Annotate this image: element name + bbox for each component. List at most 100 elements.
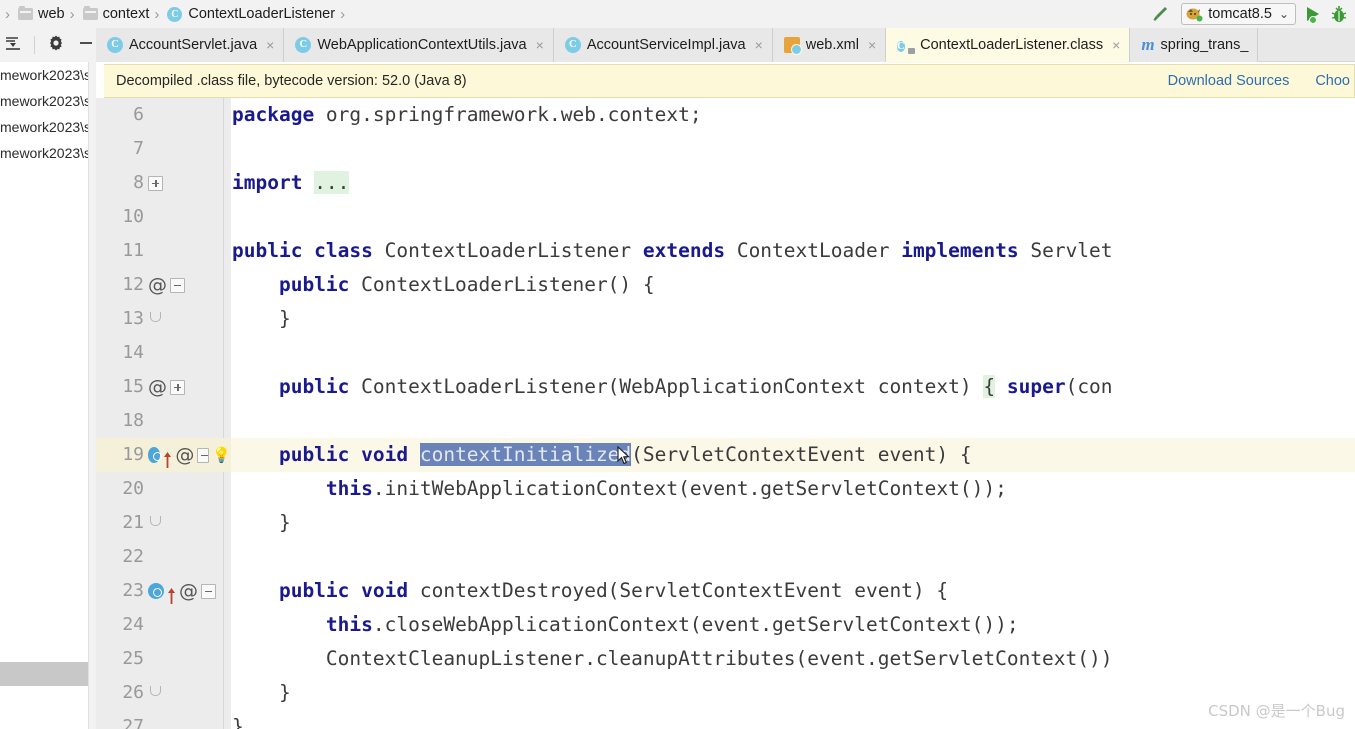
code-line[interactable]: 26 } bbox=[96, 676, 1355, 710]
gear-icon[interactable] bbox=[47, 34, 65, 57]
code-line[interactable]: 25 ContextCleanupListener.cleanupAttribu… bbox=[96, 642, 1355, 676]
tab-context-loader-listener-class[interactable]: C ContextLoaderListener.class × bbox=[886, 28, 1131, 63]
line-number[interactable]: 15 bbox=[96, 370, 144, 404]
code-line[interactable]: 14 bbox=[96, 336, 1355, 370]
hide-panel-icon[interactable] bbox=[77, 34, 95, 57]
close-icon[interactable]: × bbox=[536, 37, 544, 53]
code-line[interactable]: 21 } bbox=[96, 506, 1355, 540]
code-token: (con bbox=[1065, 375, 1113, 398]
code-text[interactable]: import ... bbox=[232, 166, 350, 200]
code-text[interactable]: } bbox=[232, 506, 291, 540]
line-number[interactable]: 18 bbox=[96, 404, 144, 438]
code-line[interactable]: 20 this.initWebApplicationContext(event.… bbox=[96, 472, 1355, 506]
code-line[interactable]: 10 bbox=[96, 200, 1355, 234]
line-number[interactable]: 13 bbox=[96, 302, 144, 336]
project-paths-panel[interactable]: mework2023\sp mework2023\sp mework2023\s… bbox=[0, 62, 96, 729]
line-number[interactable]: 14 bbox=[96, 336, 144, 370]
code-text[interactable]: package org.springframework.web.context; bbox=[232, 98, 702, 132]
code-line[interactable]: 12 @ public ContextLoaderListener() { bbox=[96, 268, 1355, 302]
line-number[interactable]: 24 bbox=[96, 608, 144, 642]
path-row[interactable]: mework2023\sp bbox=[0, 88, 96, 114]
code-line[interactable]: 18 bbox=[96, 404, 1355, 438]
path-row[interactable]: mework2023\sp bbox=[0, 114, 96, 140]
line-number[interactable]: 22 bbox=[96, 540, 144, 574]
banner-actions: Download Sources Choo bbox=[1168, 65, 1354, 97]
line-number[interactable]: 25 bbox=[96, 642, 144, 676]
breadcrumb-item-class[interactable]: C ContextLoaderListener bbox=[164, 0, 335, 28]
code-line[interactable]: 13 } bbox=[96, 302, 1355, 336]
fold-collapse-icon[interactable] bbox=[197, 447, 210, 463]
code-text[interactable]: this.initWebApplicationContext(event.get… bbox=[232, 472, 1007, 506]
code-line[interactable]: 11 public class ContextLoaderListener ext… bbox=[96, 234, 1355, 268]
line-number[interactable]: 27 bbox=[96, 710, 144, 729]
hammer-build-icon[interactable] bbox=[1150, 4, 1170, 24]
path-row[interactable]: mework2023\sp bbox=[0, 140, 96, 166]
fold-collapse-icon[interactable] bbox=[170, 277, 185, 293]
code-text[interactable]: public ContextLoaderListener() { bbox=[232, 268, 655, 302]
code-line[interactable]: 8 import ... bbox=[96, 166, 1355, 200]
line-number[interactable]: 10 bbox=[96, 200, 144, 234]
code-token: super bbox=[1006, 375, 1066, 398]
line-number[interactable]: 23 bbox=[96, 574, 144, 608]
fold-expand-icon[interactable] bbox=[170, 379, 185, 395]
code-line[interactable]: 22 bbox=[96, 540, 1355, 574]
choose-sources-link[interactable]: Choo bbox=[1315, 73, 1350, 89]
tab-web-xml[interactable]: web.xml × bbox=[772, 28, 887, 62]
close-icon[interactable]: × bbox=[755, 37, 763, 53]
horizontal-scrollbar[interactable] bbox=[0, 662, 88, 686]
code-text[interactable]: public ContextLoaderListener(WebApplicat… bbox=[232, 370, 1113, 404]
fold-end-bracket-icon[interactable] bbox=[148, 311, 162, 328]
line-number[interactable]: 20 bbox=[96, 472, 144, 506]
close-icon[interactable]: × bbox=[868, 37, 876, 53]
implementing-method-icon[interactable] bbox=[148, 583, 164, 599]
tab-account-service-impl[interactable]: C AccountServiceImpl.java × bbox=[553, 28, 773, 62]
panel-divider[interactable] bbox=[88, 62, 96, 729]
intention-bulb-icon[interactable]: 💡 bbox=[212, 447, 231, 463]
code-text[interactable]: } bbox=[232, 302, 291, 336]
line-number[interactable]: 8 bbox=[96, 166, 144, 200]
code-line[interactable]: 15 @ public ContextLoaderListener(WebAppl… bbox=[96, 370, 1355, 404]
implementing-method-icon[interactable] bbox=[148, 447, 162, 463]
tab-spring-trans[interactable]: m spring_trans_ bbox=[1130, 28, 1259, 62]
chevron-down-icon[interactable]: ⌄ bbox=[1279, 7, 1289, 21]
line-number[interactable]: 11 bbox=[96, 234, 144, 268]
line-number[interactable]: 19 bbox=[96, 438, 144, 472]
code-text[interactable]: } bbox=[232, 676, 291, 710]
code-line[interactable]: 7 bbox=[96, 132, 1355, 166]
path-row[interactable]: mework2023\sp bbox=[0, 62, 96, 88]
code-line[interactable]: 6 package org.springframework.web.context… bbox=[96, 98, 1355, 132]
close-icon[interactable]: × bbox=[266, 37, 274, 53]
fold-expand-icon[interactable] bbox=[148, 175, 163, 191]
code-line[interactable]: 19 @ 💡 public void contextInitialized(Serv… bbox=[96, 438, 1355, 472]
breadcrumb-item-context[interactable]: context bbox=[80, 0, 149, 28]
tab-web-application-context-utils[interactable]: C WebApplicationContextUtils.java × bbox=[284, 28, 554, 62]
code-text[interactable]: this.closeWebApplicationContext(event.ge… bbox=[232, 608, 1019, 642]
override-arrow-icon[interactable] bbox=[163, 446, 172, 468]
tab-account-servlet[interactable]: C AccountServlet.java × bbox=[96, 28, 285, 62]
run-button-icon[interactable] bbox=[1307, 7, 1319, 24]
code-text[interactable]: ContextCleanupListener.cleanupAttributes… bbox=[232, 642, 1113, 676]
code-editor[interactable]: 6 package org.springframework.web.context… bbox=[96, 98, 1355, 729]
code-text[interactable]: public class ContextLoaderListener exten… bbox=[232, 234, 1113, 268]
fold-collapse-icon[interactable] bbox=[201, 583, 216, 599]
download-sources-link[interactable]: Download Sources bbox=[1168, 73, 1290, 89]
debug-bug-icon[interactable] bbox=[1330, 5, 1348, 24]
code-line[interactable]: 27} bbox=[96, 710, 1355, 729]
line-number[interactable]: 12 bbox=[96, 268, 144, 302]
line-number[interactable]: 21 bbox=[96, 506, 144, 540]
code-text[interactable]: public void contextInitialized(ServletCo… bbox=[232, 438, 972, 472]
code-text[interactable]: public void contextDestroyed(ServletCont… bbox=[232, 574, 948, 608]
close-icon[interactable]: × bbox=[1112, 37, 1120, 53]
code-line[interactable]: 23 @ public void contextDestroyed(Servlet… bbox=[96, 574, 1355, 608]
fold-end-bracket-icon[interactable] bbox=[148, 515, 162, 532]
override-arrow-icon[interactable] bbox=[167, 582, 176, 604]
collapse-all-icon[interactable] bbox=[4, 34, 22, 57]
line-number[interactable]: 6 bbox=[96, 98, 144, 132]
breadcrumb-item-web[interactable]: web bbox=[15, 0, 65, 28]
code-line[interactable]: 24 this.closeWebApplicationContext(event… bbox=[96, 608, 1355, 642]
run-configuration-selector[interactable]: tomcat8.5 ⌄ bbox=[1181, 3, 1296, 25]
line-number[interactable]: 7 bbox=[96, 132, 144, 166]
fold-end-bracket-icon[interactable] bbox=[148, 685, 162, 702]
code-text[interactable]: } bbox=[232, 710, 244, 729]
line-number[interactable]: 26 bbox=[96, 676, 144, 710]
